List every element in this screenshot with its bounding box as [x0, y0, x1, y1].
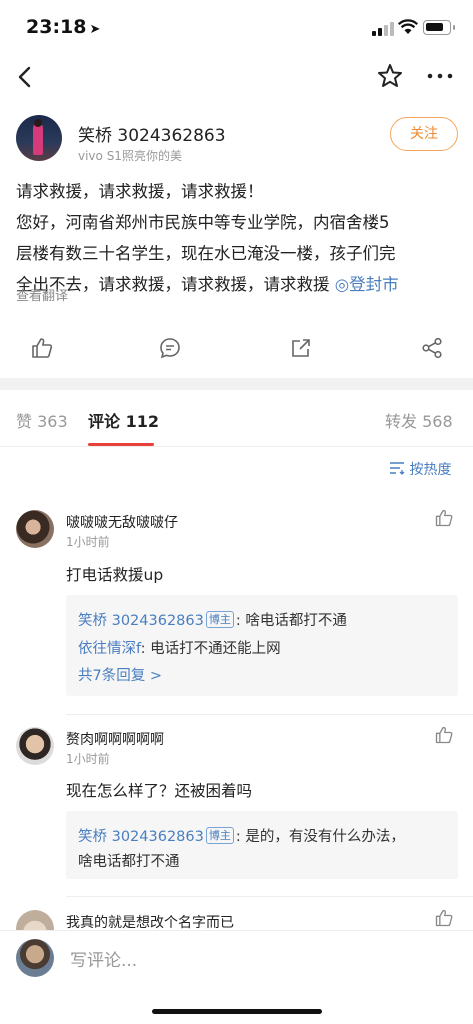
- reply-author[interactable]: 笑桥 3024362863: [78, 829, 204, 845]
- comment-input[interactable]: 写评论...: [70, 946, 137, 971]
- author-badge: 博主: [205, 827, 234, 844]
- comment-icon[interactable]: [158, 336, 182, 360]
- tab-likes[interactable]: 赞 363: [16, 408, 68, 432]
- my-avatar: [16, 939, 54, 977]
- author-name[interactable]: 笑桥 3024362863: [78, 121, 226, 146]
- sort-label: 按热度: [409, 462, 452, 478]
- like-icon[interactable]: [30, 336, 54, 360]
- reply-author[interactable]: 依往情深f: [78, 641, 141, 657]
- tabs-divider: [0, 446, 473, 447]
- reply-text: : 啥电话都打不通: [235, 613, 347, 629]
- star-icon[interactable]: [376, 62, 404, 90]
- status-time: 23:18 ➤: [26, 16, 101, 38]
- home-indicator: [152, 1009, 322, 1014]
- post-line: 全出不去，请求救援，请求救援，请求救援 ◎登封市: [16, 275, 399, 294]
- like-icon[interactable]: [434, 725, 454, 745]
- share-icon[interactable]: [289, 336, 313, 360]
- reply-box[interactable]: 笑桥 3024362863 博主: 是的，有没有什么办法， 啥电话都打不通: [66, 811, 458, 879]
- section-divider: [0, 378, 473, 390]
- sort-button[interactable]: 按热度: [389, 459, 451, 479]
- wifi-icon: [398, 19, 418, 34]
- comment-divider: [66, 896, 473, 897]
- reply-item: 笑桥 3024362863 博主: 啥电话都打不通: [78, 609, 347, 630]
- comment-time: 1小时前: [66, 752, 110, 766]
- signal-icon: [372, 22, 394, 36]
- commenter-avatar[interactable]: [16, 510, 54, 548]
- comment-text: 打电话救援up: [66, 566, 164, 584]
- tab-comments[interactable]: 评论 112: [88, 408, 159, 432]
- translate-link[interactable]: 查看翻译: [16, 285, 68, 304]
- chevron-left-icon[interactable]: [12, 62, 40, 92]
- follow-button[interactable]: 关注: [390, 117, 458, 151]
- reply-text: : 是的，有没有什么办法，: [235, 829, 405, 845]
- device-label: vivo S1照亮你的美: [78, 149, 182, 163]
- more-dots-icon[interactable]: [424, 62, 456, 90]
- reply-text-cont: 啥电话都打不通: [78, 854, 180, 870]
- battery-icon: [423, 20, 455, 35]
- reply-item: 依往情深f: 电话打不通还能上网: [78, 637, 281, 658]
- comment-time: 1小时前: [66, 535, 110, 549]
- like-icon[interactable]: [434, 908, 454, 928]
- status-bar: 23:18 ➤: [0, 0, 473, 56]
- location-tag[interactable]: ◎登封市: [335, 275, 399, 294]
- share-network-icon[interactable]: [420, 336, 444, 360]
- comment-text: 现在怎么样了？还被困着吗: [66, 782, 253, 800]
- reply-box[interactable]: 笑桥 3024362863 博主: 啥电话都打不通 依往情深f: 电话打不通还能上…: [66, 595, 458, 696]
- comment-bar: 写评论...: [0, 930, 473, 1024]
- post-body: 请求救援，请求救援，请求救援！ 您好，河南省郑州市民族中等专业学院，内宿舍楼5 …: [16, 176, 462, 300]
- author-badge: 博主: [205, 611, 234, 628]
- nav-bar: [0, 56, 473, 100]
- commenter-name[interactable]: 赘肉啊啊啊啊啊: [66, 729, 164, 749]
- post-line: 请求救援，请求救援，请求救援！: [16, 182, 264, 201]
- commenter-name[interactable]: 啵啵啵无敌啵啵仔: [66, 512, 178, 532]
- tab-reposts[interactable]: 转发 568: [385, 408, 453, 432]
- post-actions: [0, 334, 473, 364]
- reply-text: : 电话打不通还能上网: [140, 641, 281, 657]
- like-icon[interactable]: [434, 508, 454, 528]
- comment-divider: [66, 714, 473, 715]
- author-avatar[interactable]: [16, 115, 62, 161]
- post-line: 层楼有数三十名学生，现在水已淹没一楼，孩子们完: [16, 244, 396, 263]
- more-replies-link[interactable]: 共7条回复 >: [78, 664, 162, 685]
- reply-author[interactable]: 笑桥 3024362863: [78, 613, 204, 629]
- reply-item: 笑桥 3024362863 博主: 是的，有没有什么办法，: [78, 825, 405, 846]
- post-line: 您好，河南省郑州市民族中等专业学院，内宿舍楼5: [16, 213, 390, 232]
- commenter-avatar[interactable]: [16, 727, 54, 765]
- commenter-name[interactable]: 我真的就是想改个名字而已: [66, 912, 234, 932]
- sort-icon: [390, 462, 405, 475]
- location-arrow-icon: ➤: [89, 22, 101, 37]
